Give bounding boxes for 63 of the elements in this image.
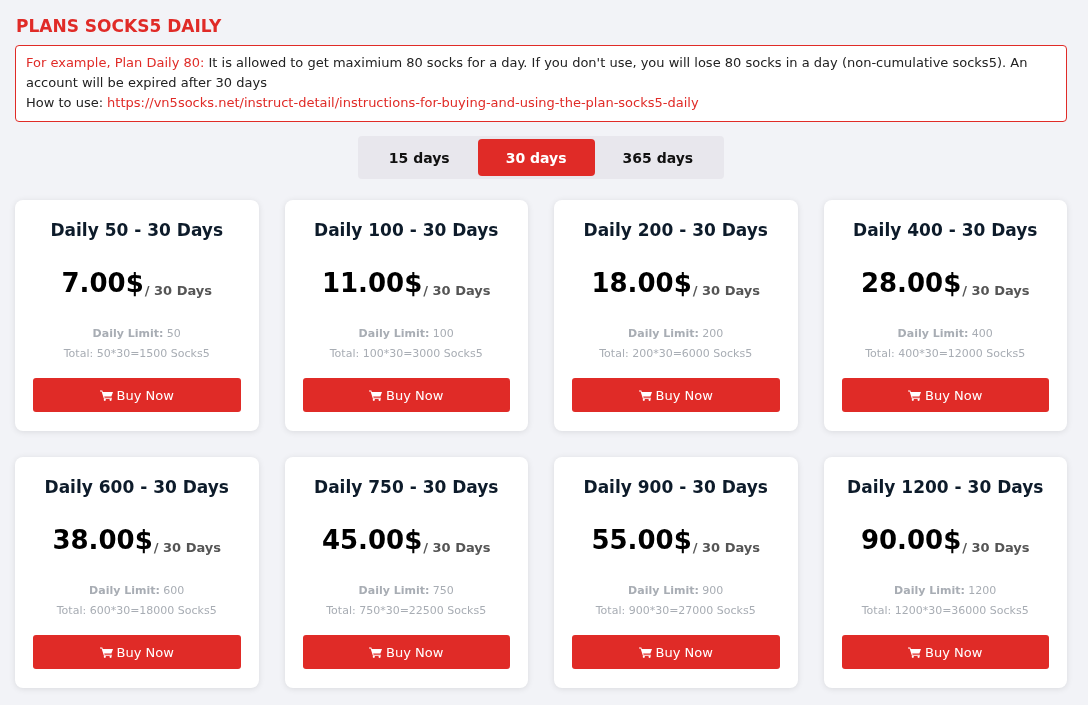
price-text: 28.00$ (860, 267, 962, 300)
daily-limit-text: Daily Limit: 1200 (894, 583, 997, 599)
plan-title: Daily 600 - 30 Days (44, 476, 229, 498)
period-text: / 30 Days (144, 283, 212, 298)
total-text: Total: 600*30=18000 Socks5 (56, 603, 217, 619)
buy-now-button[interactable]: Buy Now (33, 378, 241, 412)
price-text: 7.00$ (61, 267, 144, 300)
duration-tab[interactable]: 30 days (477, 139, 595, 176)
price-text: 45.00$ (321, 524, 423, 557)
period-text: / 30 Days (692, 283, 761, 298)
plan-title: Daily 750 - 30 Days (314, 476, 499, 498)
cart-icon (99, 646, 113, 658)
total-text: Total: 900*30=27000 Socks5 (595, 603, 756, 619)
daily-limit-text: Daily Limit: 750 (358, 583, 454, 599)
period-text: / 30 Days (423, 540, 491, 555)
cart-icon (369, 389, 383, 401)
cart-icon (638, 646, 652, 658)
instructions-link[interactable]: https://vn5socks.net/instruct-detail/instructions-for-buying-and-using-the-plan-socks5-daily (107, 93, 699, 113)
daily-limit-text: Daily Limit: 50 (92, 326, 181, 342)
period-text: / 30 Days (423, 283, 491, 298)
total-text: Total: 50*30=1500 Socks5 (63, 346, 210, 362)
period-text: / 30 Days (962, 540, 1030, 555)
daily-limit-text: Daily Limit: 100 (358, 326, 454, 342)
how-to-label: How to use: (26, 94, 104, 112)
buy-now-button[interactable]: Buy Now (33, 635, 241, 669)
price-text: 90.00$ (860, 524, 962, 557)
plan-title: Daily 100 - 30 Days (314, 219, 499, 241)
buy-now-button[interactable]: Buy Now (302, 635, 510, 669)
total-text: Total: 750*30=22500 Socks5 (326, 603, 487, 619)
cart-icon (908, 389, 922, 401)
buy-now-button[interactable]: Buy Now (841, 378, 1049, 412)
total-text: Total: 400*30=12000 Socks5 (865, 346, 1026, 362)
period-text: / 30 Days (692, 540, 761, 555)
total-text: Total: 1200*30=36000 Socks5 (861, 603, 1029, 619)
plan-title: Daily 1200 - 30 Days (847, 476, 1044, 498)
daily-limit-text: Daily Limit: 400 (897, 326, 993, 342)
buy-now-button[interactable]: Buy Now (572, 635, 780, 669)
plan-title: Daily 900 - 30 Days (583, 476, 768, 498)
price-text: 55.00$ (591, 524, 692, 557)
cart-icon (369, 646, 383, 658)
buy-now-button[interactable]: Buy Now (572, 378, 780, 412)
total-text: Total: 200*30=6000 Socks5 (599, 346, 753, 362)
total-text: Total: 100*30=3000 Socks5 (329, 346, 483, 362)
page-title: PLANS SOCKS5 DAILY (16, 15, 222, 37)
daily-limit-text: Daily Limit: 600 (89, 583, 185, 599)
duration-tab[interactable]: 365 days (594, 139, 722, 176)
period-text: / 30 Days (962, 283, 1030, 298)
plan-title: Daily 400 - 30 Days (853, 219, 1038, 241)
plan-title: Daily 200 - 30 Days (583, 219, 768, 241)
cart-icon (908, 646, 922, 658)
notice-text: For example, Plan Daily 80: It is allowed to get maximium 80 socks for a day. If you don't use, you will lose 80 socks in a day (non-cumulative socks5). An account will be expired after 30 days (26, 54, 1029, 92)
price-text: 38.00$ (52, 524, 153, 557)
daily-limit-text: Daily Limit: 900 (628, 583, 724, 599)
cart-icon (99, 389, 113, 401)
plan-title: Daily 50 - 30 Days (50, 219, 224, 241)
duration-tab[interactable]: 15 days (360, 139, 478, 176)
buy-now-button[interactable]: Buy Now (302, 378, 510, 412)
daily-limit-text: Daily Limit: 200 (628, 326, 724, 342)
cart-icon (638, 389, 652, 401)
price-text: 18.00$ (591, 267, 692, 300)
period-text: / 30 Days (153, 540, 222, 555)
price-text: 11.00$ (321, 267, 423, 300)
buy-now-button[interactable]: Buy Now (841, 635, 1049, 669)
